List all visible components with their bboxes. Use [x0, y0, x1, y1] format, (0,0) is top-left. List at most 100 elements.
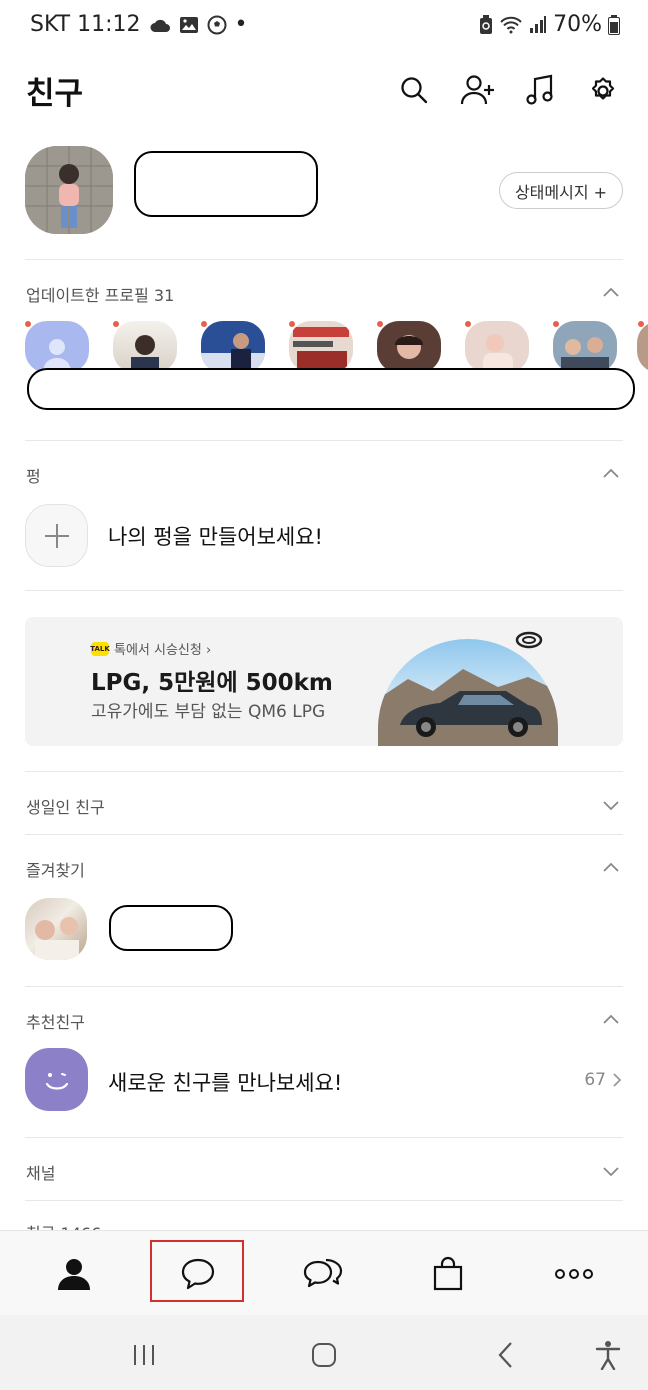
- battery-icon: [608, 14, 620, 35]
- my-profile-avatar[interactable]: [25, 146, 113, 234]
- notification-dot: •: [234, 12, 248, 37]
- divider: [25, 590, 623, 591]
- birthday-label[interactable]: 생일인 친구: [26, 794, 105, 818]
- gallery-icon: [179, 16, 199, 34]
- create-pyeong-button[interactable]: [25, 504, 88, 567]
- recommend-friend-avatar[interactable]: [25, 1048, 88, 1111]
- updated-profile-item[interactable]: [25, 321, 89, 373]
- ad-headline: LPG, 5만원에 500km: [91, 670, 333, 696]
- music-icon: [526, 74, 553, 105]
- status-message-label: 상태메시지 +: [514, 182, 608, 202]
- divider: [25, 771, 623, 772]
- profile-photo: [131, 335, 159, 373]
- new-update-dot: [465, 321, 471, 327]
- divider: [25, 259, 623, 260]
- search-button[interactable]: [394, 70, 434, 110]
- recommend-count[interactable]: 67: [584, 1070, 622, 1090]
- ad-source: TALK 톡에서 시승신청 ›: [90, 639, 211, 658]
- new-update-dot: [377, 321, 383, 327]
- chevron-right-icon: [613, 1073, 622, 1087]
- new-update-dot: [289, 321, 295, 327]
- carrier-time: SKT 11:12: [30, 12, 141, 37]
- divider: [25, 986, 623, 987]
- person-icon: [58, 1258, 90, 1290]
- profile-photo: [483, 334, 513, 373]
- profile-photo: [25, 146, 113, 234]
- kakaotalk-badge-icon: TALK: [90, 641, 110, 656]
- profile-photo: [293, 327, 349, 369]
- settings-icon: [591, 77, 615, 100]
- new-update-dot: [553, 321, 559, 327]
- chevron-up-icon[interactable]: [602, 465, 620, 483]
- tab-open-chat[interactable]: [273, 1231, 373, 1316]
- status-right: 70%: [479, 12, 620, 37]
- cloud-icon: [149, 17, 171, 33]
- default-avatar-icon: [43, 339, 71, 373]
- updated-profile-item[interactable]: [377, 321, 441, 373]
- recommend-count-value: 67: [584, 1070, 606, 1090]
- recent-apps-button[interactable]: [124, 1335, 164, 1375]
- updated-profile-item[interactable]: [113, 321, 177, 373]
- soccer-ball-icon: [207, 15, 227, 35]
- music-button[interactable]: [520, 70, 560, 110]
- system-nav-bar: [0, 1315, 648, 1390]
- home-icon: [312, 1343, 336, 1367]
- bottom-tab-bar: [0, 1230, 648, 1315]
- redacted-profile-name: [134, 151, 318, 217]
- status-left: SKT 11:12 •: [30, 12, 248, 37]
- updated-profile-item[interactable]: [465, 321, 529, 373]
- chevron-down-icon[interactable]: [602, 1162, 620, 1180]
- brand-logo-icon: [515, 631, 543, 649]
- divider: [25, 440, 623, 441]
- favorites-label: 즐겨찾기: [26, 861, 85, 880]
- status-message-button[interactable]: 상태메시지 +: [499, 172, 623, 209]
- battery-saver-icon: [479, 14, 493, 35]
- home-button[interactable]: [304, 1335, 344, 1375]
- new-update-dot: [201, 321, 207, 327]
- tab-more[interactable]: [524, 1231, 624, 1316]
- create-pyeong-text[interactable]: 나의 펑을 만들어보세요!: [108, 521, 323, 551]
- updated-profile-item[interactable]: [553, 321, 617, 373]
- ad-car-image: [378, 639, 558, 746]
- back-button[interactable]: [486, 1335, 526, 1375]
- updated-profile-item[interactable]: [289, 321, 353, 373]
- channel-label[interactable]: 채널: [26, 1160, 55, 1184]
- car-icon: [378, 669, 558, 746]
- add-friend-button[interactable]: [458, 70, 498, 110]
- chevron-up-icon[interactable]: [602, 1011, 620, 1029]
- updated-profile-item[interactable]: [201, 321, 265, 373]
- plus-icon: [44, 523, 69, 548]
- battery-percent: 70%: [553, 12, 602, 37]
- accessibility-icon: [595, 1341, 621, 1370]
- settings-button[interactable]: [583, 70, 623, 110]
- chevron-down-icon[interactable]: [602, 796, 620, 814]
- tab-friends[interactable]: [24, 1231, 124, 1316]
- redacted-favorite-name: [109, 905, 233, 951]
- chevron-up-icon[interactable]: [602, 859, 620, 877]
- favorite-friend-avatar[interactable]: [25, 898, 87, 960]
- updated-profile-item[interactable]: [637, 321, 648, 373]
- profile-photo: [561, 337, 609, 373]
- page-title: 친구: [26, 76, 84, 112]
- ad-banner[interactable]: TALK 톡에서 시승신청 › LPG, 5만원에 500km 고유가에도 부담…: [25, 617, 623, 746]
- signal-icon: [529, 15, 547, 34]
- updated-profiles-row: [25, 321, 648, 373]
- pyeong-label: 펑: [26, 467, 41, 486]
- open-chat-icon: [303, 1258, 343, 1287]
- tab-shopping[interactable]: [398, 1231, 498, 1316]
- header: 친구: [0, 60, 648, 120]
- redacted-profile-names: [27, 368, 635, 410]
- status-bar: SKT 11:12 • 70%: [0, 0, 648, 56]
- divider: [25, 1200, 623, 1201]
- updated-profiles-label: 업데이트한 프로필 31: [26, 286, 175, 305]
- back-icon: [498, 1342, 512, 1368]
- search-icon: [401, 77, 428, 104]
- recommend-text[interactable]: 새로운 친구를 만나보세요!: [108, 1067, 342, 1097]
- wifi-icon: [499, 16, 523, 34]
- add-friend-icon: [460, 75, 494, 105]
- ad-subtext: 고유가에도 부담 없는 QM6 LPG: [91, 702, 326, 722]
- chevron-up-icon[interactable]: [602, 284, 620, 302]
- accessibility-button[interactable]: [588, 1335, 628, 1375]
- chat-tab-highlight: [150, 1240, 244, 1302]
- new-update-dot: [638, 321, 644, 327]
